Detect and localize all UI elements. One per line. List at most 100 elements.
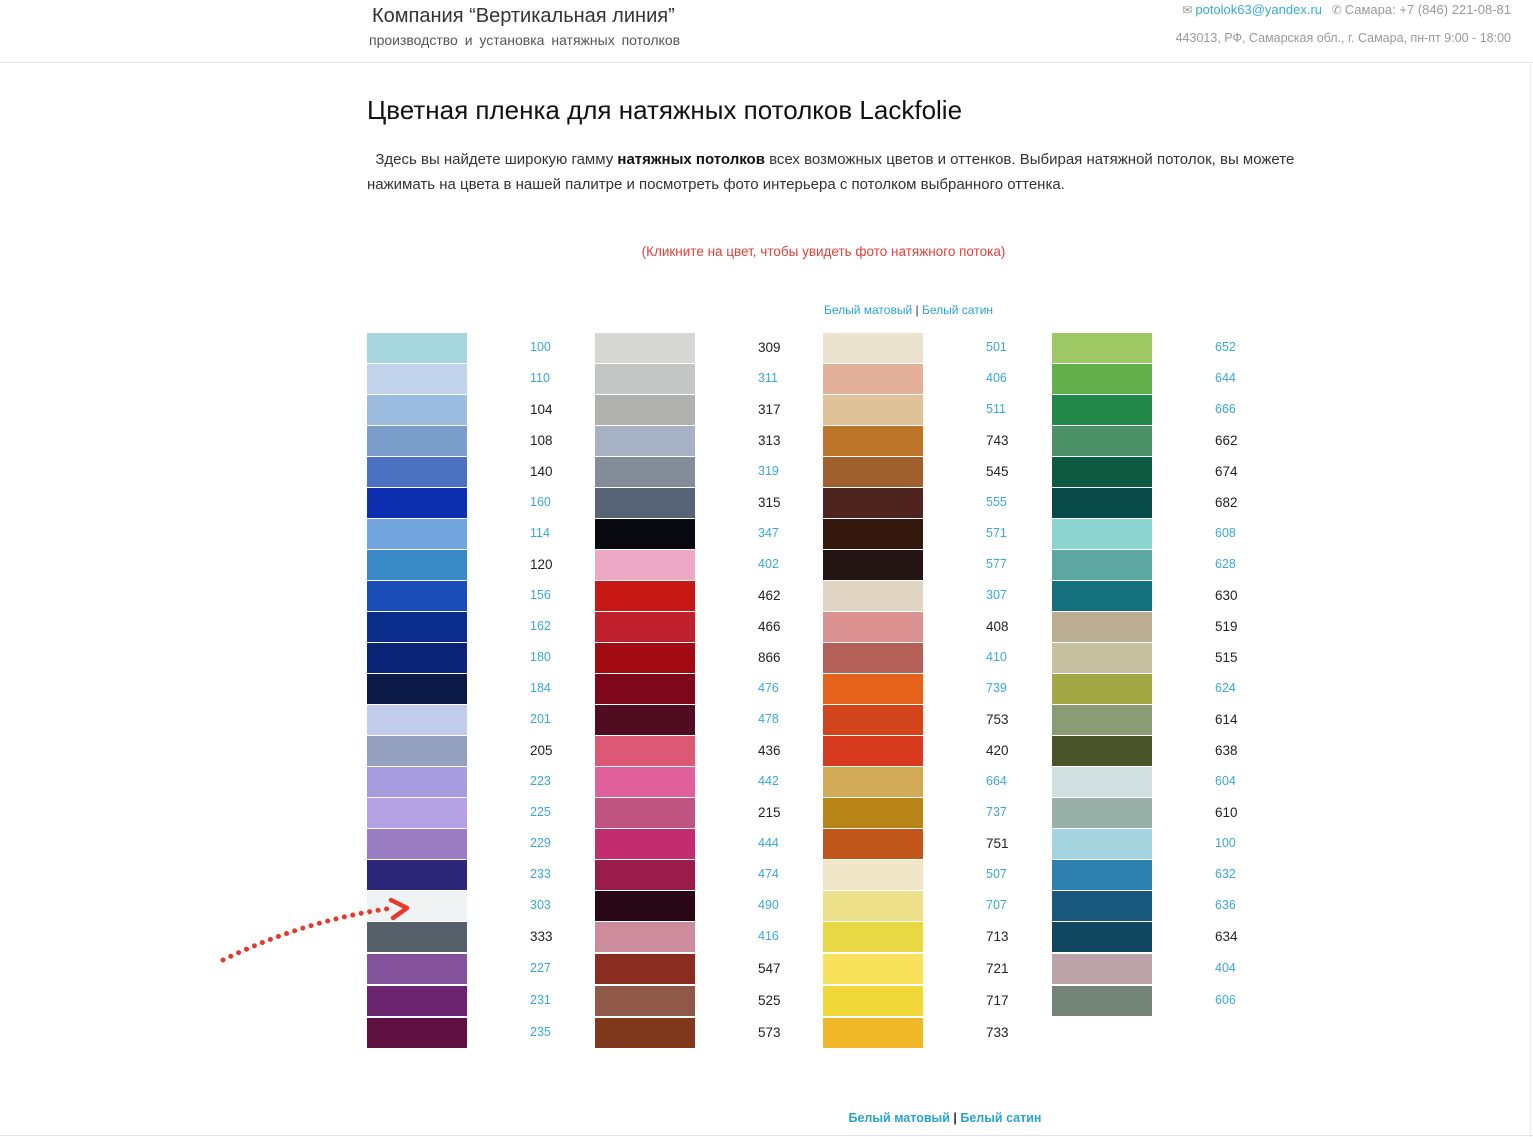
color-code-link[interactable]: 100 — [1215, 836, 1236, 850]
color-swatch-233[interactable] — [367, 860, 467, 890]
color-swatch-571[interactable] — [823, 519, 923, 549]
color-code-link[interactable]: 227 — [530, 961, 551, 975]
color-swatch-436[interactable] — [595, 736, 695, 766]
color-code-link[interactable]: 507 — [986, 867, 1007, 881]
color-code-link[interactable]: 511 — [986, 402, 1006, 416]
color-code-link[interactable]: 501 — [986, 340, 1007, 354]
color-code-link[interactable]: 319 — [758, 464, 779, 478]
color-code-link[interactable]: 235 — [530, 1025, 551, 1039]
color-swatch-664[interactable] — [823, 767, 923, 797]
color-code-link[interactable]: 476 — [758, 681, 779, 695]
color-swatch-201[interactable] — [367, 705, 467, 735]
color-code-link[interactable]: 737 — [986, 805, 1007, 819]
color-swatch-525[interactable] — [595, 986, 695, 1016]
color-swatch-662[interactable] — [1052, 426, 1152, 456]
color-swatch-519[interactable] — [1052, 612, 1152, 642]
color-swatch-545[interactable] — [823, 457, 923, 487]
color-code-link[interactable]: 160 — [530, 495, 551, 509]
company-name[interactable]: Компания “Вертикальная линия” — [372, 5, 675, 28]
color-swatch-476[interactable] — [595, 674, 695, 704]
color-code-link[interactable]: 644 — [1215, 371, 1236, 385]
color-code-link[interactable]: 664 — [986, 774, 1007, 788]
white-matte-link[interactable]: Белый матовый — [824, 303, 912, 317]
color-swatch-511[interactable] — [823, 395, 923, 425]
color-swatch-444[interactable] — [595, 829, 695, 859]
color-code-link[interactable]: 233 — [530, 867, 551, 881]
color-code-link[interactable]: 184 — [530, 681, 551, 695]
color-code-link[interactable]: 571 — [986, 526, 1007, 540]
color-swatch-604[interactable] — [1052, 767, 1152, 797]
color-swatch-737[interactable] — [823, 798, 923, 828]
color-swatch-313[interactable] — [595, 426, 695, 456]
color-swatch-555[interactable] — [823, 488, 923, 518]
color-swatch-721[interactable] — [823, 954, 923, 984]
color-code-link[interactable]: 577 — [986, 557, 1007, 571]
color-swatch-628[interactable] — [1052, 550, 1152, 580]
color-swatch-104[interactable] — [367, 395, 467, 425]
color-code-link[interactable]: 604 — [1215, 774, 1236, 788]
color-code-link[interactable]: 406 — [986, 371, 1007, 385]
color-swatch-420[interactable] — [823, 736, 923, 766]
color-swatch-674[interactable] — [1052, 457, 1152, 487]
color-swatch-606[interactable] — [1052, 986, 1152, 1016]
color-swatch-225[interactable] — [367, 798, 467, 828]
color-code-link[interactable]: 624 — [1215, 681, 1236, 695]
color-swatch-404[interactable] — [1052, 954, 1152, 984]
color-swatch-577[interactable] — [823, 550, 923, 580]
color-swatch-442[interactable] — [595, 767, 695, 797]
color-swatch-733[interactable] — [823, 1018, 923, 1048]
color-code-link[interactable]: 628 — [1215, 557, 1236, 571]
color-swatch-402[interactable] — [595, 550, 695, 580]
color-swatch-162[interactable] — [367, 612, 467, 642]
color-code-link[interactable]: 229 — [530, 836, 551, 850]
color-code-link[interactable]: 162 — [530, 619, 551, 633]
color-code-link[interactable]: 156 — [530, 588, 551, 602]
color-swatch-108[interactable] — [367, 426, 467, 456]
color-code-link[interactable]: 347 — [758, 526, 779, 540]
color-code-link[interactable]: 410 — [986, 650, 1007, 664]
color-swatch-235[interactable] — [367, 1018, 467, 1048]
color-swatch-309[interactable] — [595, 333, 695, 363]
color-swatch-315[interactable] — [595, 488, 695, 518]
color-swatch-110[interactable] — [367, 364, 467, 394]
color-swatch-410[interactable] — [823, 643, 923, 673]
color-code-link[interactable]: 303 — [530, 898, 551, 912]
color-code-link[interactable]: 636 — [1215, 898, 1236, 912]
color-code-link[interactable]: 490 — [758, 898, 779, 912]
color-swatch-682[interactable] — [1052, 488, 1152, 518]
color-code-link[interactable]: 225 — [530, 805, 551, 819]
color-code-link[interactable]: 444 — [758, 836, 779, 850]
color-swatch-317[interactable] — [595, 395, 695, 425]
color-swatch-644[interactable] — [1052, 364, 1152, 394]
color-swatch-474[interactable] — [595, 860, 695, 890]
color-code-link[interactable]: 231 — [530, 993, 551, 1007]
color-swatch-231[interactable] — [367, 986, 467, 1016]
white-satin-link-bottom[interactable]: Белый сатин — [960, 1111, 1041, 1125]
color-swatch-205[interactable] — [367, 736, 467, 766]
color-swatch-408[interactable] — [823, 612, 923, 642]
color-swatch-632[interactable] — [1052, 860, 1152, 890]
color-swatch-713[interactable] — [823, 922, 923, 952]
color-swatch-311[interactable] — [595, 364, 695, 394]
color-swatch-223[interactable] — [367, 767, 467, 797]
color-swatch-416[interactable] — [595, 922, 695, 952]
color-code-link[interactable]: 114 — [530, 526, 550, 540]
color-code-link[interactable]: 404 — [1215, 961, 1236, 975]
color-swatch-406[interactable] — [823, 364, 923, 394]
color-code-link[interactable]: 606 — [1215, 993, 1236, 1007]
color-swatch-636[interactable] — [1052, 891, 1152, 921]
color-code-link[interactable]: 416 — [758, 929, 779, 943]
color-swatch-610[interactable] — [1052, 798, 1152, 828]
color-swatch-638[interactable] — [1052, 736, 1152, 766]
email-link[interactable]: potolok63@yandex.ru — [1195, 2, 1322, 17]
color-swatch-140[interactable] — [367, 457, 467, 487]
color-swatch-184[interactable] — [367, 674, 467, 704]
color-code-link[interactable]: 608 — [1215, 526, 1236, 540]
color-swatch-160[interactable] — [367, 488, 467, 518]
color-code-link[interactable]: 442 — [758, 774, 779, 788]
color-code-link[interactable]: 201 — [530, 712, 551, 726]
color-swatch-707[interactable] — [823, 891, 923, 921]
color-swatch-866[interactable] — [595, 643, 695, 673]
color-code-link[interactable]: 707 — [986, 898, 1007, 912]
color-swatch-229[interactable] — [367, 829, 467, 859]
